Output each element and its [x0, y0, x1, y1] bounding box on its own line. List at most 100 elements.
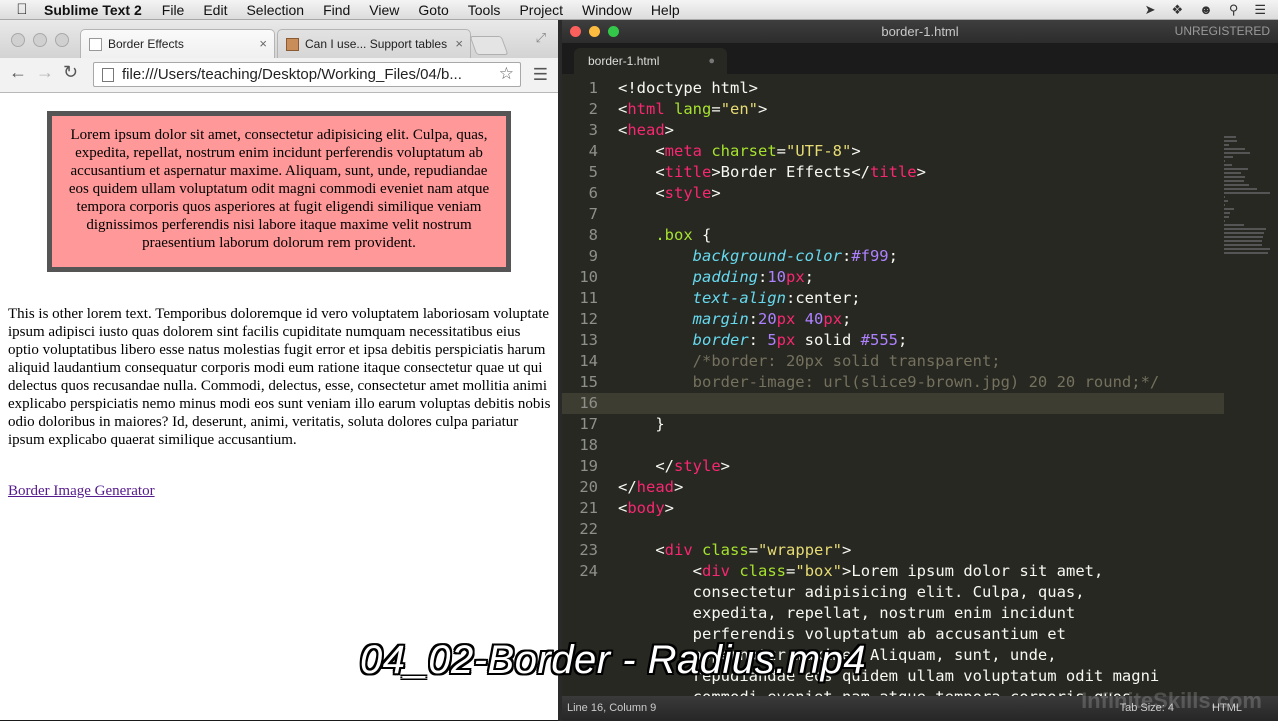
code-line[interactable]: <meta charset="UTF-8">: [618, 141, 1159, 162]
menu-app-name[interactable]: Sublime Text 2: [44, 2, 142, 18]
code-token: style: [674, 457, 721, 475]
minimap[interactable]: [1224, 134, 1270, 344]
location-arrow-icon[interactable]: ➤: [1145, 2, 1156, 18]
menu-selection[interactable]: Selection: [246, 2, 304, 18]
menu-file[interactable]: File: [162, 2, 185, 18]
unsaved-dot-icon[interactable]: ●: [708, 55, 715, 67]
code-token: >: [711, 184, 721, 202]
new-tab-button[interactable]: [469, 36, 509, 55]
editor-window: border-1.html UNREGISTERED border-1.html…: [562, 20, 1278, 721]
browser-tab-border-effects[interactable]: Border Effects ×: [80, 29, 275, 58]
menu-view[interactable]: View: [369, 2, 399, 18]
search-icon[interactable]: ⚲: [1229, 2, 1239, 18]
line-number: 24: [579, 562, 598, 580]
code-token: <!doctype html>: [618, 79, 758, 97]
code-line[interactable]: }: [618, 414, 1159, 435]
close-tab-icon[interactable]: ×: [259, 36, 267, 51]
code-line[interactable]: [618, 519, 1159, 540]
code-line[interactable]: consectetur adipisicing elit. Culpa, qua…: [618, 582, 1159, 603]
pink-bordered-box: Lorem ipsum dolor sit amet, consectetur …: [47, 111, 511, 272]
close-tab-icon[interactable]: ×: [455, 36, 463, 51]
code-line[interactable]: margin:20px 40px;: [618, 309, 1159, 330]
code-line[interactable]: <div class="box">Lorem ipsum dolor sit a…: [618, 561, 1159, 582]
menu-tools[interactable]: Tools: [468, 2, 501, 18]
minimap-line: [1224, 184, 1249, 186]
menu-find[interactable]: Find: [323, 2, 350, 18]
code-line[interactable]: <div class="wrapper">: [618, 540, 1159, 561]
code-line[interactable]: <html lang="en">: [618, 99, 1159, 120]
code-line[interactable]: </head>: [618, 477, 1159, 498]
code-line[interactable]: padding:10px;: [618, 267, 1159, 288]
browser-tab-caniuse[interactable]: Can I use... Support tables ×: [277, 29, 471, 58]
code-line[interactable]: [618, 204, 1159, 225]
code-line[interactable]: </style>: [618, 456, 1159, 477]
page-viewport: Lorem ipsum dolor sit amet, consectetur …: [0, 93, 558, 720]
address-bar[interactable]: file:///Users/teaching/Desktop/Working_F…: [93, 62, 521, 87]
dropbox-icon[interactable]: ❖: [1171, 2, 1183, 18]
code-token: background-color: [692, 247, 842, 265]
code-line[interactable]: [618, 393, 1159, 414]
zoom-window-button[interactable]: [55, 33, 69, 47]
minimize-window-button[interactable]: [33, 33, 47, 47]
code-token: 40: [804, 310, 824, 328]
menu-project[interactable]: Project: [519, 2, 563, 18]
code-token: body: [627, 499, 665, 517]
code-line[interactable]: <head>: [618, 120, 1159, 141]
line-number: 20: [579, 478, 598, 496]
code-editor[interactable]: 1 2 3 4 5 6 7 8 9 10 11 12 13 14 15 16 17 18 19 20 21 22 23 24 …: [562, 74, 1278, 696]
code-token: ;: [888, 247, 898, 265]
code-token: :: [748, 331, 768, 349]
menu-help[interactable]: Help: [651, 2, 680, 18]
code-area[interactable]: <!doctype html> <html lang="en"> <head> <m…: [618, 78, 1159, 696]
bookmark-star-icon[interactable]: ☆: [499, 64, 514, 84]
user-icon[interactable]: ☻: [1199, 2, 1213, 17]
line-number: 7: [588, 205, 598, 223]
forward-arrow-icon[interactable]: →: [36, 62, 54, 83]
back-arrow-icon[interactable]: ←: [9, 62, 27, 83]
border-image-generator-link[interactable]: Border Image Generator: [8, 483, 155, 500]
reload-icon[interactable]: ↻: [63, 62, 78, 83]
code-line[interactable]: <!doctype html>: [618, 78, 1159, 99]
code-line[interactable]: commodi eveniet nam atque tempora corpor…: [618, 687, 1159, 696]
video-caption: 04_02-Border - Radius.mp4: [360, 638, 867, 682]
list-menu-icon[interactable]: ☰: [1254, 2, 1266, 18]
menu-edit[interactable]: Edit: [203, 2, 227, 18]
line-number-gutter: 1 2 3 4 5 6 7 8 9 10 11 12 13 14 15 16 17 18 19 20 21 22 23 24: [562, 78, 598, 582]
url-text[interactable]: file:///Users/teaching/Desktop/Working_F…: [122, 66, 492, 83]
minimap-line: [1224, 152, 1251, 154]
browser-window-controls: [11, 33, 69, 47]
browser-window: Border Effects × Can I use... Support ta…: [0, 20, 558, 720]
code-line[interactable]: text-align:center;: [618, 288, 1159, 309]
code-token: =: [711, 100, 721, 118]
line-number: 6: [588, 184, 598, 202]
code-line[interactable]: <style>: [618, 183, 1159, 204]
line-number: 9: [588, 247, 598, 265]
code-line[interactable]: <body>: [618, 498, 1159, 519]
code-token: html: [627, 100, 665, 118]
menu-goto[interactable]: Goto: [418, 2, 448, 18]
code-line[interactable]: <title>Border Effects</title>: [618, 162, 1159, 183]
minimap-line: [1224, 164, 1232, 166]
code-line[interactable]: background-color:#f99;: [618, 246, 1159, 267]
code-line[interactable]: border-image: url(slice9-brown.jpg) 20 2…: [618, 372, 1160, 393]
code-token: :: [841, 247, 852, 265]
code-line[interactable]: expedita, repellat, nostrum enim incidun…: [618, 603, 1159, 624]
apple-icon[interactable]: : [0, 1, 44, 18]
fullscreen-icon[interactable]: ⤢: [536, 30, 546, 46]
editor-tab-border-1[interactable]: border-1.html ●: [574, 48, 727, 74]
close-window-button[interactable]: [11, 33, 25, 47]
code-token: commodi eveniet nam atque tempora corpor…: [618, 688, 1132, 696]
code-token: meta: [664, 142, 702, 160]
watermark: InfiniteSkills.com: [1081, 688, 1262, 713]
code-line[interactable]: border: 5px solid #555;: [618, 330, 1159, 351]
code-line[interactable]: /*border: 20px solid transparent;: [618, 351, 1159, 372]
code-line[interactable]: [618, 435, 1159, 456]
menu-window[interactable]: Window: [582, 2, 632, 18]
minimap-line: [1224, 168, 1248, 170]
line-number: 15: [579, 373, 598, 391]
hamburger-menu-icon[interactable]: ☰: [533, 65, 548, 85]
code-line[interactable]: .box {: [618, 225, 1159, 246]
code-token: >: [674, 478, 684, 496]
